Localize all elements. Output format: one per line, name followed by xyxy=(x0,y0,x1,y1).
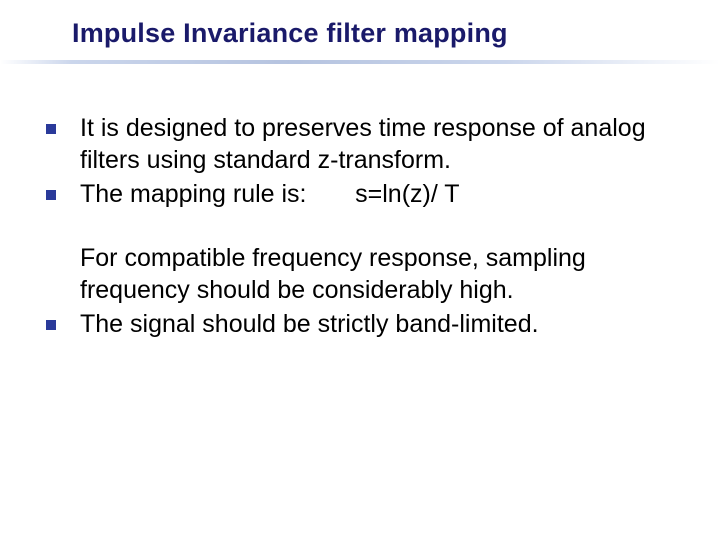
title-underline xyxy=(0,60,720,64)
square-bullet-icon xyxy=(44,112,80,134)
slide-title: Impulse Invariance filter mapping xyxy=(72,18,720,49)
title-bar: Impulse Invariance filter mapping xyxy=(0,0,720,64)
slide-content: It is designed to preserves time respons… xyxy=(0,64,720,340)
bullet-text: It is designed to preserves time respons… xyxy=(80,112,684,176)
bullet-group-1: It is designed to preserves time respons… xyxy=(44,112,684,210)
bullet-text: The mapping rule is: s=ln(z)/ T xyxy=(80,178,684,210)
mapping-rule-formula: s=ln(z)/ T xyxy=(307,180,460,208)
list-item: The mapping rule is: s=ln(z)/ T xyxy=(44,178,684,210)
square-bullet-icon xyxy=(44,308,80,330)
bullet-group-2: For compatible frequency response, sampl… xyxy=(44,242,684,340)
mapping-rule-label: The mapping rule is: xyxy=(80,180,307,208)
list-item: It is designed to preserves time respons… xyxy=(44,112,684,176)
square-bullet-icon xyxy=(44,178,80,200)
bullet-text: The signal should be strictly band-limit… xyxy=(80,308,684,340)
list-item: The signal should be strictly band-limit… xyxy=(44,308,684,340)
continuation-text: For compatible frequency response, sampl… xyxy=(44,242,684,306)
